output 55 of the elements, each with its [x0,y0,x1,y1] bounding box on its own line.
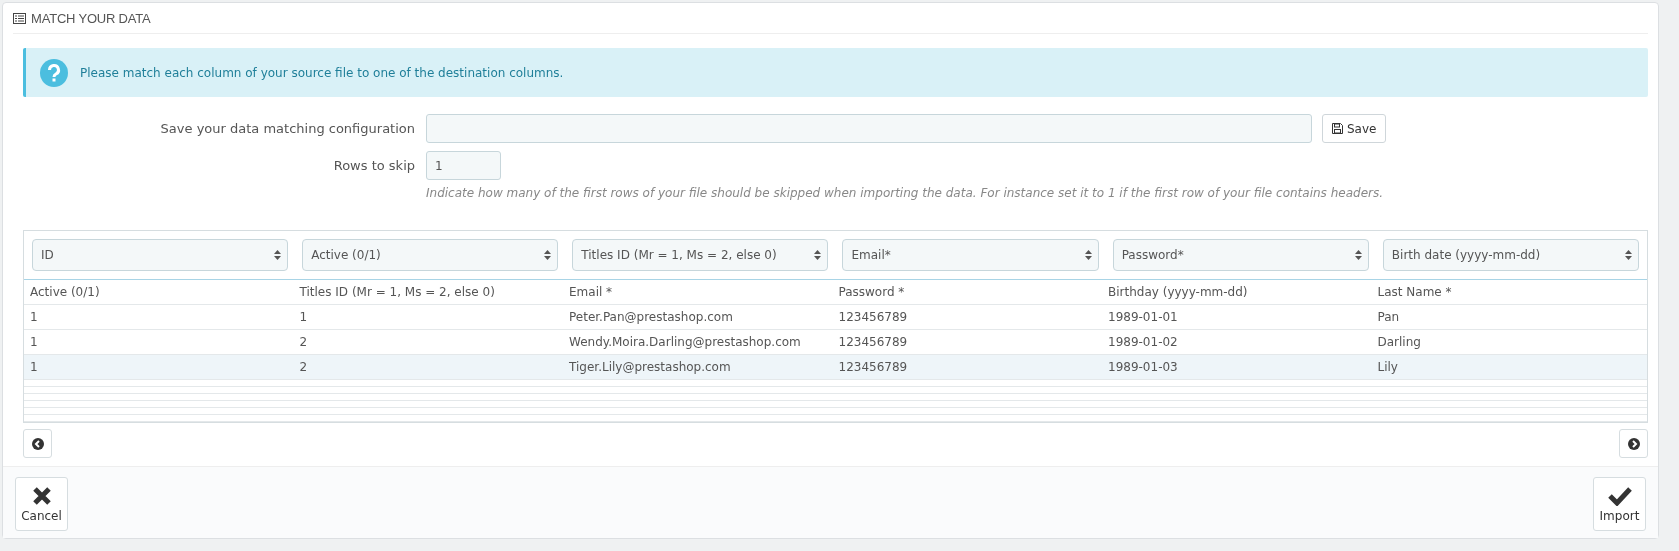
sort-arrows-icon [544,250,552,260]
chevron-left-icon [31,437,44,450]
sort-arrows-icon [1084,250,1092,260]
previous-button[interactable] [23,429,52,458]
close-icon [31,485,52,506]
column-header: Active (0/1) [30,285,101,299]
table-cell-text: Lily [1377,360,1399,374]
sort-arrows-icon [1354,250,1362,260]
column-header: Birthday (yyyy-mm-dd) [1108,285,1249,299]
question-icon [40,58,68,87]
table-cell-text: 1 [30,335,39,349]
column-select[interactable]: Email* [842,239,1099,271]
column-select[interactable]: Birth date (yyyy-mm-dd) [1382,239,1639,271]
table-cell-text: Peter.Pan@prestashop.com [569,310,734,324]
column-select[interactable]: Password* [1112,239,1369,271]
column-header: Last Name * [1377,285,1453,299]
skip-label: Rows to skip [332,158,416,173]
table-cell-text: Tiger.Lily@prestashop.com [569,360,732,374]
help-text: Indicate how many of the first rows of your file should be skipped when importing the data. For instance set it to 1 if the first row of your file contains headers. [426,186,1385,200]
config-label: Save your data matching configuration [159,121,416,136]
sort-arrows-icon [1625,250,1632,260]
column-select[interactable]: Active (0/1) [302,239,559,271]
table-cell-text: 1 [30,310,39,324]
table-cell-text: 123456789 [838,310,909,324]
panel-title: MATCH YOUR DATA [31,10,151,26]
column-header: Titles ID (Mr = 1, Ms = 2, else 0) [299,285,496,299]
table-cell-text: 1 [30,360,39,374]
column-select[interactable]: Titles ID (Mr = 1, Ms = 2, else 0) [572,239,829,271]
table-cell-text: 123456789 [838,360,909,374]
table-cell-text: 2 [299,360,309,374]
table-cell-text: Wendy.Moira.Darling@prestashop.com [569,335,802,349]
column-header: Password * [838,285,906,299]
sort-arrows-icon [274,250,282,260]
table-cell-text: 1989-01-02 [1108,335,1179,349]
table-cell-text: Darling [1377,335,1422,349]
table-cell-text: Pan [1377,310,1401,324]
list-icon [13,12,26,24]
alert-text: Please match each column of your source file to one of the destination columns. [80,65,564,80]
chevron-right-icon [1627,437,1640,450]
table-cell-text: 1 [299,310,309,324]
import-button[interactable]: Import [1593,477,1646,531]
table-cell-text: 1989-01-03 [1108,360,1179,374]
checkmark-icon [1607,485,1632,506]
floppy-icon [1332,123,1343,134]
next-button[interactable] [1619,429,1648,458]
config-name-field[interactable] [426,114,1312,143]
table-cell-text: 1989-01-01 [1108,310,1179,324]
save-button[interactable]: Save [1322,114,1387,143]
sort-arrows-icon [814,250,822,260]
column-header: Email * [569,285,614,299]
table-cell-text: 123456789 [838,335,909,349]
table-cell-text: 2 [299,335,309,349]
column-select[interactable]: ID [32,239,289,271]
rows-to-skip-field[interactable]: 1 [426,151,501,180]
cancel-button[interactable]: Cancel [15,477,68,531]
